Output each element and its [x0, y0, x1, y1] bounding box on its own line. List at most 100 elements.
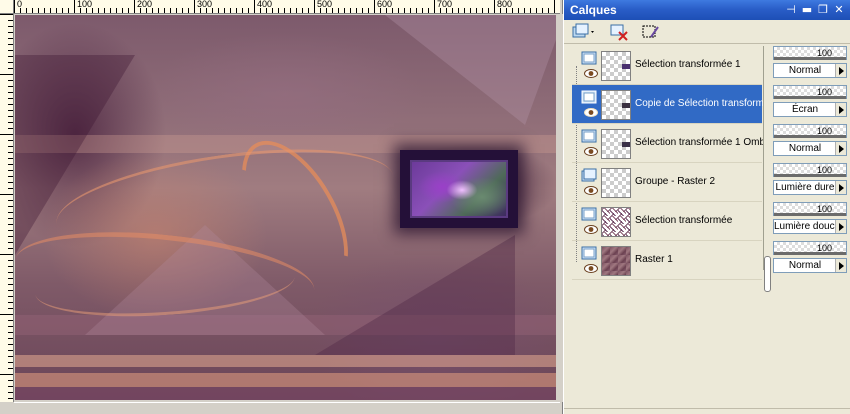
- pin-icon[interactable]: ⊣: [784, 3, 798, 17]
- visibility-eye-icon[interactable]: [584, 69, 598, 78]
- layer-thumbnail: [601, 168, 631, 198]
- blend-mode-value: Écran: [791, 104, 819, 115]
- opacity-value: 100: [816, 87, 832, 97]
- ruler-label: 100: [77, 0, 93, 9]
- ruler-major-ticks: [0, 14, 13, 402]
- ruler-label: 600: [377, 0, 393, 9]
- blend-mode-dropdown[interactable]: Normal: [773, 258, 847, 273]
- blend-mode-dropdown[interactable]: Lumière dure: [773, 180, 847, 195]
- minimize-icon[interactable]: ▬: [800, 3, 814, 17]
- new-layer-button[interactable]: [570, 22, 598, 42]
- layer-properties: 100 Normal: [773, 241, 847, 276]
- splitter-grip[interactable]: [764, 256, 771, 292]
- blend-mode-value: Lumière douce: [774, 221, 841, 232]
- dropdown-arrow-icon[interactable]: [835, 142, 846, 155]
- palette-splitter[interactable]: [763, 46, 771, 292]
- layer-properties: 100 Normal: [773, 46, 847, 81]
- opacity-slider[interactable]: 100: [773, 124, 847, 138]
- document-window: 0 100 200 300 400 500 600 700 800: [0, 0, 563, 414]
- layer-properties: 100 Écran: [773, 85, 847, 120]
- edit-selection-button[interactable]: [640, 22, 662, 42]
- canvas-band: [15, 387, 556, 400]
- opacity-slider[interactable]: 100: [773, 85, 847, 99]
- ruler-label: 300: [197, 0, 213, 9]
- layer-name: Groupe - Raster 2: [635, 176, 716, 187]
- opacity-slider[interactable]: 100: [773, 202, 847, 216]
- horizontal-scrollbar[interactable]: [14, 402, 560, 414]
- blend-mode-dropdown[interactable]: Lumière douce: [773, 219, 847, 234]
- palette-bottom-edge: [564, 408, 850, 414]
- layers-palette: Calques ⊣ ▬ ❐ ✕ Sélection transformée 1 …: [563, 0, 850, 414]
- opacity-fill: [774, 57, 846, 60]
- layer-name: Raster 1: [635, 254, 673, 265]
- layer-thumbnail: [601, 246, 631, 276]
- new-layer-icon: [572, 23, 594, 38]
- ruler-label: 0: [17, 0, 23, 9]
- layer-row[interactable]: Sélection transformée 1: [572, 46, 762, 85]
- layer-thumbnail: [601, 90, 631, 120]
- palette-title: Calques: [570, 3, 617, 17]
- opacity-fill: [774, 96, 846, 99]
- dropdown-arrow-icon[interactable]: [835, 220, 846, 233]
- opacity-slider[interactable]: 100: [773, 46, 847, 60]
- restore-icon[interactable]: ❐: [816, 3, 830, 17]
- layer-row[interactable]: Sélection transformée 1 Ombre: [572, 124, 765, 163]
- opacity-fill: [774, 174, 846, 177]
- visibility-eye-icon[interactable]: [584, 264, 598, 273]
- layer-row[interactable]: Groupe - Raster 2: [572, 163, 762, 202]
- opacity-fill: [774, 213, 846, 216]
- dropdown-arrow-icon[interactable]: [835, 64, 846, 77]
- layer-name: Sélection transformée 1: [635, 59, 741, 70]
- image-canvas[interactable]: [15, 15, 556, 400]
- canvas-band: [15, 355, 556, 367]
- raster-layer-icon: [581, 51, 597, 65]
- opacity-value: 100: [816, 126, 832, 136]
- layer-properties-column: 100 Normal 100 Écran 100 Normal 100 Lumi…: [773, 46, 849, 286]
- visibility-eye-icon[interactable]: [584, 186, 598, 195]
- framed-image: [400, 150, 518, 228]
- ruler-label: 400: [257, 0, 273, 9]
- blend-mode-dropdown[interactable]: Normal: [773, 141, 847, 156]
- opacity-fill: [774, 135, 846, 138]
- delete-layer-icon: [610, 24, 628, 41]
- layer-properties: 100 Lumière dure: [773, 163, 847, 198]
- close-icon[interactable]: ✕: [832, 3, 846, 17]
- opacity-slider[interactable]: 100: [773, 163, 847, 177]
- blend-mode-value: Lumière dure: [775, 182, 835, 193]
- framed-image-content: [410, 160, 508, 218]
- blend-mode-value: Normal: [788, 65, 822, 76]
- ruler-label: 200: [137, 0, 153, 9]
- ruler-label: 800: [497, 0, 513, 9]
- dropdown-arrow-icon[interactable]: [835, 181, 846, 194]
- ruler-corner: [0, 0, 14, 14]
- layers-toolbar: [564, 20, 850, 44]
- dropdown-arrow-icon[interactable]: [835, 259, 846, 272]
- opacity-slider[interactable]: 100: [773, 241, 847, 255]
- opacity-value: 100: [816, 48, 832, 58]
- layer-row[interactable]: Raster 1: [572, 241, 762, 280]
- dropdown-arrow-icon[interactable]: [835, 103, 846, 116]
- visibility-eye-icon[interactable]: [584, 225, 598, 234]
- group-layer-icon: [581, 168, 597, 182]
- visibility-eye-icon[interactable]: [584, 108, 598, 117]
- ruler-label: 700: [437, 0, 453, 9]
- layer-name: Sélection transformée 1 Ombre: [635, 137, 765, 148]
- visibility-eye-icon[interactable]: [584, 147, 598, 156]
- raster-layer-icon: [581, 246, 597, 260]
- layer-row[interactable]: Sélection transformée: [572, 202, 762, 241]
- canvas-band: [15, 373, 556, 387]
- blend-mode-dropdown[interactable]: Écran: [773, 102, 847, 117]
- layer-thumbnail: [601, 207, 631, 237]
- opacity-value: 100: [816, 204, 832, 214]
- blend-mode-value: Normal: [788, 260, 822, 271]
- delete-layer-button[interactable]: [608, 22, 630, 42]
- layer-list: Sélection transformée 1 Copie de Sélecti…: [572, 46, 774, 280]
- layer-row-selected[interactable]: Copie de Sélection transformée: [572, 85, 765, 124]
- layer-name: Sélection transformée: [635, 215, 733, 226]
- palette-title-bar[interactable]: Calques ⊣ ▬ ❐ ✕: [564, 0, 850, 20]
- raster-layer-icon: [581, 90, 597, 104]
- blend-mode-dropdown[interactable]: Normal: [773, 63, 847, 78]
- ruler-major-ticks: [14, 0, 560, 13]
- vertical-ruler: [0, 14, 14, 402]
- ruler-label: 500: [317, 0, 333, 9]
